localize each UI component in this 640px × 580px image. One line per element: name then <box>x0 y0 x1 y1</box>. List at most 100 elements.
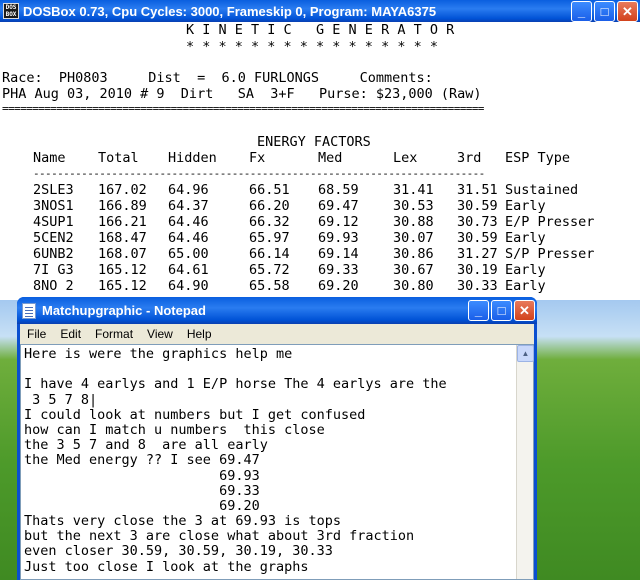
table-cell: 30.88 <box>393 214 434 230</box>
table-cell: Early <box>505 230 546 246</box>
text-line: I could look at numbers but I get confus… <box>24 406 366 423</box>
text-line: the 3 5 7 and 8 are all early <box>24 437 268 454</box>
table-cell: Early <box>505 198 546 214</box>
text-line: how can I match u numbers this close <box>24 421 325 438</box>
column-header: Med <box>318 150 343 166</box>
scroll-up-button[interactable]: ▲ <box>517 345 534 362</box>
table-cell: 66.32 <box>249 214 290 230</box>
table-cell: Early <box>505 262 546 278</box>
notepad-maximize-button[interactable]: □ <box>491 300 512 321</box>
table-cell: 168.47 <box>98 230 147 246</box>
race-line: Race: PH0803 Dist = 6.0 FURLONGS Comment… <box>2 70 433 86</box>
table-cell: 64.61 <box>168 262 209 278</box>
text-line: even closer 30.59, 30.59, 30.19, 30.33 <box>24 543 333 560</box>
table-cell: 4SUP1 <box>33 214 74 230</box>
separator-line: ========================================… <box>2 102 484 115</box>
table-cell: 64.46 <box>168 230 209 246</box>
table-cell: 69.14 <box>318 246 359 262</box>
table-cell: 69.33 <box>318 262 359 278</box>
text-line: Thats very close the 3 at 69.93 is tops <box>24 513 341 530</box>
table-cell: 64.96 <box>168 182 209 198</box>
table-cell: Sustained <box>505 182 579 198</box>
table-cell: 64.46 <box>168 214 209 230</box>
table-cell: 65.97 <box>249 230 290 246</box>
table-cell: 3NOS1 <box>33 198 74 214</box>
notepad-editor-area[interactable]: Here is were the graphics help me I have … <box>20 344 534 580</box>
dosbox-minimize-button[interactable]: _ <box>571 0 592 22</box>
table-cell: 30.33 <box>457 278 498 294</box>
text-line: I have 4 earlys and 1 E/P horse The 4 ea… <box>24 376 447 393</box>
table-cell: 69.47 <box>318 198 359 214</box>
notepad-menu-bar: File Edit Format View Help <box>20 324 534 344</box>
table-cell: 68.59 <box>318 182 359 198</box>
table-cell: 30.80 <box>393 278 434 294</box>
table-cell: 30.73 <box>457 214 498 230</box>
table-cell: 166.89 <box>98 198 147 214</box>
text-line: 3 5 7 8| <box>24 391 98 408</box>
vertical-scrollbar[interactable]: ▲ <box>516 345 534 579</box>
text-line: but the next 3 are close what about 3rd … <box>24 528 415 545</box>
table-cell: 166.21 <box>98 214 147 230</box>
text-line: 69.93 <box>24 467 260 484</box>
column-header: ESP Type <box>505 150 571 166</box>
table-cell: 6UNB2 <box>33 246 74 262</box>
dosbox-maximize-button[interactable]: □ <box>594 0 615 22</box>
table-cell: 66.20 <box>249 198 290 214</box>
table-cell: 69.20 <box>318 278 359 294</box>
notepad-minimize-button[interactable]: _ <box>468 300 489 321</box>
program-title: K I N E T I C G E N E R A T O R <box>186 22 455 38</box>
menu-view[interactable]: View <box>140 327 180 341</box>
menu-help[interactable]: Help <box>180 327 219 341</box>
table-cell: 31.41 <box>393 182 434 198</box>
menu-file[interactable]: File <box>20 327 53 341</box>
table-cell: 165.12 <box>98 278 147 294</box>
column-header: Hidden <box>168 150 217 166</box>
text-line: Here is were the graphics help me <box>24 347 293 362</box>
table-cell: 30.07 <box>393 230 434 246</box>
text-line: 69.33 <box>24 482 260 499</box>
table-cell: 65.00 <box>168 246 209 262</box>
minimize-icon: _ <box>474 303 483 318</box>
table-cell: 66.14 <box>249 246 290 262</box>
table-cell: 31.27 <box>457 246 498 262</box>
text-line: the Med energy ?? I see 69.47 <box>24 452 260 469</box>
dos-screen[interactable]: K I N E T I C G E N E R A T O R * * * * … <box>0 22 640 300</box>
table-cell: 30.59 <box>457 230 498 246</box>
race-info-line: PHA Aug 03, 2010 # 9 Dirt SA 3+F Purse: … <box>2 86 482 102</box>
notepad-close-button[interactable]: ✕ <box>514 300 535 321</box>
table-cell: 30.19 <box>457 262 498 278</box>
header-underline: ----------------------------------------… <box>33 167 485 180</box>
notepad-text[interactable]: Here is were the graphics help me I have … <box>24 347 515 579</box>
column-header: Lex <box>393 150 418 166</box>
table-cell: 69.12 <box>318 214 359 230</box>
table-cell: 30.67 <box>393 262 434 278</box>
menu-format[interactable]: Format <box>88 327 140 341</box>
table-cell: 30.59 <box>457 198 498 214</box>
table-cell: 30.86 <box>393 246 434 262</box>
notepad-app-icon <box>22 302 36 319</box>
table-cell: S/P Presser <box>505 246 595 262</box>
maximize-icon: □ <box>497 303 506 318</box>
chevron-up-icon: ▲ <box>521 349 530 358</box>
text-line: 69.20 <box>24 497 260 514</box>
table-cell: 31.51 <box>457 182 498 198</box>
notepad-window: Matchupgraphic - Notepad _ □ ✕ File Edit… <box>17 297 537 580</box>
column-header: Name <box>33 150 66 166</box>
table-cell: 7I G3 <box>33 262 74 278</box>
table-cell: 8NO 2 <box>33 278 74 294</box>
dosbox-title-bar[interactable]: DOS BOX DOSBox 0.73, Cpu Cycles: 3000, F… <box>0 0 640 22</box>
table-cell: 65.58 <box>249 278 290 294</box>
table-cell: 66.51 <box>249 182 290 198</box>
notepad-title-bar[interactable]: Matchupgraphic - Notepad _ □ ✕ <box>17 297 537 324</box>
menu-edit[interactable]: Edit <box>53 327 88 341</box>
text-line <box>24 362 515 377</box>
close-icon: ✕ <box>519 303 530 318</box>
table-cell: 165.12 <box>98 262 147 278</box>
table-cell: 168.07 <box>98 246 147 262</box>
table-cell: 64.37 <box>168 198 209 214</box>
energy-factors-title: ENERGY FACTORS <box>257 134 371 150</box>
dosbox-close-button[interactable]: ✕ <box>617 0 638 22</box>
text-line: Just too close I look at the graphs <box>24 558 309 575</box>
table-cell: 30.53 <box>393 198 434 214</box>
dosbox-app-icon: DOS BOX <box>3 3 19 19</box>
